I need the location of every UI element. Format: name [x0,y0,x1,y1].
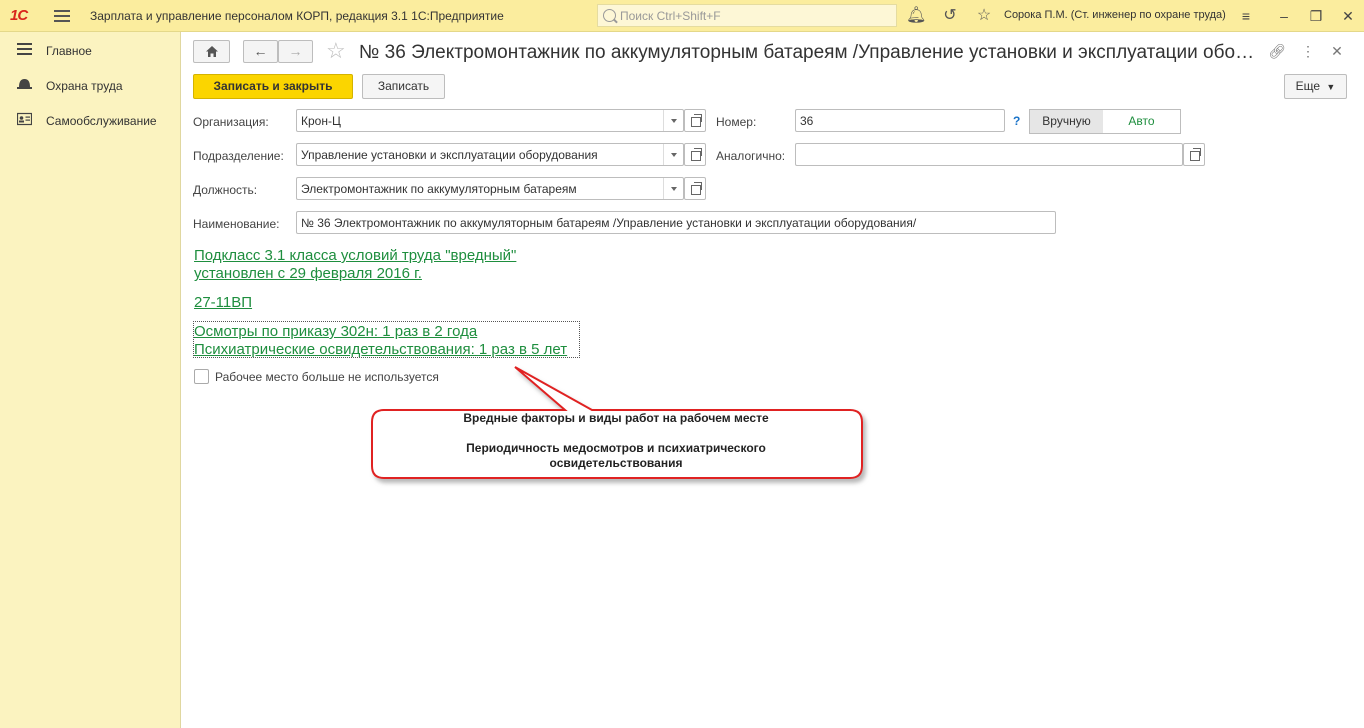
back-button[interactable]: ← [243,40,278,63]
save-button[interactable]: Записать [362,74,445,99]
dept-value: Управление установки и эксплуатации обор… [301,148,598,162]
open-position-button[interactable] [684,177,706,200]
search-input[interactable] [620,8,890,24]
title-bar: 1С Зарплата и управление персоналом КОРП… [0,0,1364,32]
dropdown-arrow-icon[interactable] [663,110,683,131]
manual-toggle[interactable]: Вручную [1029,109,1104,134]
name-label: Наименование: [193,217,280,231]
callout-line: Вредные факторы и виды работ на рабочем … [463,411,769,425]
psychiatric-exam-link[interactable]: Психиатрические освидетельствования: 1 р… [194,341,567,358]
search-box[interactable] [597,4,897,27]
working-conditions-date-link[interactable]: установлен с 29 февраля 2016 г. [194,265,422,282]
position-label: Должность: [193,183,258,197]
number-field[interactable]: 36 [795,109,1005,132]
save-and-close-button[interactable]: Записать и закрыть [193,74,353,99]
open-dept-button[interactable] [684,143,706,166]
more-actions-icon[interactable]: ⋮ [1299,42,1317,60]
callout-line: освидетельствования [549,456,683,470]
name-value: № 36 Электромонтажник по аккумуляторным … [301,216,917,230]
open-org-button[interactable] [684,109,706,132]
sidebar: Главное Охрана труда Самообслуживание [0,32,181,728]
dept-field[interactable]: Управление установки и эксплуатации обор… [296,143,684,166]
app-title: Зарплата и управление персоналом КОРП, р… [90,9,504,23]
favorite-star-icon[interactable]: ☆ [326,38,346,64]
sidebar-item-label: Главное [46,44,92,58]
id-card-icon [17,112,32,126]
org-label: Организация: [193,115,269,129]
auto-toggle[interactable]: Авто [1103,109,1181,134]
user-name[interactable]: Сорока П.М. (Ст. инженер по охране труда… [1004,9,1226,21]
name-field[interactable]: № 36 Электромонтажник по аккумуляторным … [296,211,1056,234]
bell-icon[interactable]: 🔔︎ [906,6,926,26]
app-logo[interactable]: 1С [10,7,44,25]
sidebar-item-label: Самообслуживание [46,114,157,128]
minimize-icon[interactable]: – [1274,6,1294,26]
similar-label: Аналогично: [716,149,786,163]
dropdown-arrow-icon[interactable] [663,178,683,199]
restore-icon[interactable]: ❐ [1306,6,1326,26]
sidebar-item-labor-safety[interactable]: Охрана труда [0,69,181,99]
similar-field[interactable] [795,143,1183,166]
hazard-code-link[interactable]: 27-11ВП [194,294,252,311]
search-icon [603,9,616,22]
more-button[interactable]: Еще ▼ [1284,74,1347,99]
home-icon [205,46,218,57]
sidebar-item-label: Охрана труда [46,79,123,93]
forward-button[interactable]: → [278,40,313,63]
helmet-icon [17,79,32,89]
number-label: Номер: [716,115,757,129]
position-field[interactable]: Электромонтажник по аккумуляторным батар… [296,177,684,200]
number-value: 36 [800,114,814,128]
sidebar-item-main[interactable]: Главное [0,34,181,64]
dropdown-arrow-icon[interactable] [663,144,683,165]
org-value: Крон-Ц [301,114,341,128]
dept-label: Подразделение: [193,149,284,163]
open-similar-button[interactable] [1183,143,1205,166]
chevron-down-icon: ▼ [1326,82,1336,92]
main-menu-icon[interactable] [54,8,70,24]
callout-line: Периодичность медосмотров и психиатричес… [466,441,766,455]
callout-text: Вредные факторы и виды работ на рабочем … [372,411,860,471]
medical-exam-link[interactable]: Осмотры по приказу 302н: 1 раз в 2 года [194,323,477,340]
org-field[interactable]: Крон-Ц [296,109,684,132]
history-icon[interactable]: ↺ [940,6,960,26]
favorites-star-icon[interactable]: ☆ [974,6,994,26]
link-icon[interactable]: 🔗︎ [1268,42,1286,60]
form-title: № 36 Электромонтажник по аккумуляторным … [359,42,1259,63]
help-question-icon[interactable]: ? [1013,114,1020,128]
arrow-left-icon: ← [253,43,268,59]
close-form-icon[interactable]: ✕ [1328,42,1346,60]
close-window-icon[interactable]: ✕ [1338,6,1358,26]
arrow-right-icon: → [288,43,303,59]
settings-menu-icon[interactable]: ≡ [1236,6,1256,26]
home-button[interactable] [193,40,230,63]
menu-lines-icon [17,43,32,55]
position-value: Электромонтажник по аккумуляторным батар… [301,182,577,196]
sidebar-item-self-service[interactable]: Самообслуживание [0,104,181,134]
more-button-label: Еще [1295,79,1321,93]
workplace-unused-checkbox[interactable] [194,369,209,384]
working-conditions-link[interactable]: Подкласс 3.1 класса условий труда "вредн… [194,247,516,264]
